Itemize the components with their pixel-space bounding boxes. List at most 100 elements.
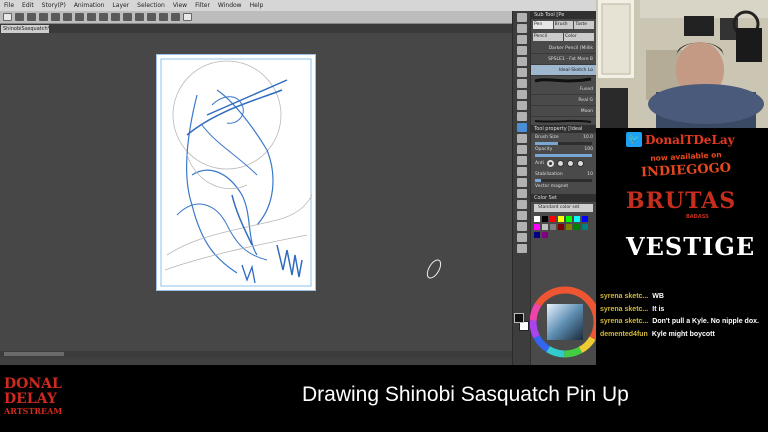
brush-item[interactable]: Moon [531,106,596,117]
brush-tool-icon[interactable] [516,112,527,121]
menu-selection[interactable]: Selection [133,2,169,9]
canvas-area[interactable] [0,33,512,351]
text-tool-icon[interactable] [516,222,527,231]
eraser-tool-icon[interactable] [516,145,527,154]
balloon-tool-icon[interactable] [516,233,527,242]
fill-tool-icon[interactable] [516,167,527,176]
menu-filter[interactable]: Filter [191,2,214,9]
eyedropper-tool-icon[interactable] [516,79,527,88]
color-swatch[interactable] [550,224,556,230]
color-swatch[interactable] [558,224,564,230]
subtool-tab-pen[interactable]: Pen [533,21,553,29]
snap-perspective-icon[interactable] [147,13,156,21]
open-file-icon[interactable] [27,13,36,21]
anti-none-option[interactable] [546,160,554,167]
view-icon[interactable] [3,13,12,21]
airbrush-tool-icon[interactable] [516,123,527,132]
color-swatch[interactable] [566,224,572,230]
twitter-bird-icon: 🐦 [626,132,642,147]
color-swatch[interactable] [534,216,540,222]
opacity-slider[interactable] [535,154,592,157]
color-swatch[interactable] [542,216,548,222]
color-swatch[interactable] [534,224,540,230]
subtool-header: Sub Tool [Pe [531,11,596,19]
fill-icon[interactable] [159,13,168,21]
chat-message: syrena sketc... It is [600,304,766,317]
correct-line-tool-icon[interactable] [516,244,527,253]
color-swatch[interactable] [534,232,540,238]
color-swatch[interactable] [542,232,548,238]
vector-magnet-label: Vector magnet [535,184,569,189]
color-swatch[interactable] [574,224,580,230]
color-swatch[interactable] [542,224,548,230]
subtool-tab-color[interactable]: Color [564,33,594,41]
transform-icon[interactable] [87,13,96,21]
menu-help[interactable]: Help [246,2,268,9]
ruler-tool-icon[interactable] [516,211,527,220]
camera-icon[interactable] [183,13,192,21]
subtool-tab-taste[interactable]: Taste [574,21,595,29]
brush-item[interactable]: Fused [531,84,596,95]
scroll-thumb[interactable] [4,352,64,356]
anti-weak-option[interactable] [556,160,564,167]
save-icon[interactable] [39,13,48,21]
stream-overlay-panel: 🐦 DonalTDeLay now available on INDIEGOGO… [596,128,768,365]
anti-strong-option[interactable] [576,160,584,167]
zoom-tool-icon[interactable] [516,13,527,22]
color-swatch[interactable] [582,216,588,222]
color-swatch[interactable] [550,216,556,222]
opacity-label: Opacity 100 [531,145,596,154]
menu-file[interactable]: File [0,2,18,9]
pencil-tool-icon[interactable] [516,101,527,110]
brush-item[interactable]: Darker Pencil (Millik [531,43,596,54]
gradient-tool-icon[interactable] [516,178,527,187]
anti-medium-option[interactable] [566,160,574,167]
snap-ruler-icon[interactable] [123,13,132,21]
foreground-color-swatch[interactable] [514,313,524,323]
grid-icon[interactable] [171,13,180,21]
pen-tool-icon[interactable] [516,90,527,99]
selection-tool-icon[interactable] [516,57,527,66]
clear-icon[interactable] [75,13,84,21]
frame-tool-icon[interactable] [516,200,527,209]
snap-grid-icon[interactable] [135,13,144,21]
chat-text: Kyle might boycott [651,330,715,338]
figure-tool-icon[interactable] [516,189,527,198]
chat-text: It is [652,305,665,313]
subtool-tab-pencil[interactable]: Pencil [533,33,563,41]
operation-tool-icon[interactable] [516,35,527,44]
menu-animation[interactable]: Animation [70,2,109,9]
lasso-tool-icon[interactable] [516,68,527,77]
move-tool-icon[interactable] [516,46,527,55]
color-wheel[interactable] [530,283,596,365]
blend-tool-icon[interactable] [516,156,527,165]
invert-selection-icon[interactable] [111,13,120,21]
color-swatch[interactable] [558,216,564,222]
color-swatch[interactable] [574,216,580,222]
subtool-tab-brush[interactable]: Brush [553,21,574,29]
undo-icon[interactable] [51,13,60,21]
stabilization-slider[interactable] [535,179,592,182]
document-tab[interactable]: ShinobiSasquatch* [1,25,49,33]
brush-size-slider[interactable] [535,142,592,145]
menu-layer[interactable]: Layer [108,2,133,9]
color-swatch[interactable] [566,216,572,222]
brush-item-selected[interactable]: Ideal-Sketch Lo [531,65,596,76]
menu-window[interactable]: Window [214,2,246,9]
status-bar [0,357,512,365]
hand-tool-icon[interactable] [516,24,527,33]
new-file-icon[interactable] [15,13,24,21]
menu-story[interactable]: Story(P) [38,2,70,9]
brush-item[interactable]: Real G [531,95,596,106]
brush-item[interactable]: SPSLE1 - Fat More B [531,54,596,65]
color-set-dropdown[interactable]: Standard color set [534,204,593,212]
menu-view[interactable]: View [169,2,191,9]
redo-icon[interactable] [63,13,72,21]
color-swatch[interactable] [582,224,588,230]
menu-edit[interactable]: Edit [18,2,38,9]
drawing-canvas[interactable] [156,54,316,291]
decoration-tool-icon[interactable] [516,134,527,143]
brush-size-value: 10.0 [582,135,593,140]
foreground-background-color[interactable] [514,313,530,333]
deselect-icon[interactable] [99,13,108,21]
